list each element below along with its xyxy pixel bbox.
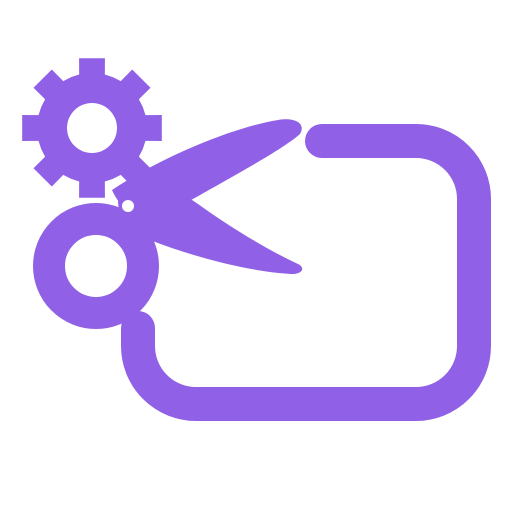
scissors-pivot <box>122 200 134 212</box>
screenshot-settings-icon <box>22 58 491 421</box>
icon-canvas <box>0 0 512 512</box>
gear-icon <box>22 58 162 198</box>
gear-hole <box>67 103 117 153</box>
scissors-handle-ring <box>33 203 159 329</box>
